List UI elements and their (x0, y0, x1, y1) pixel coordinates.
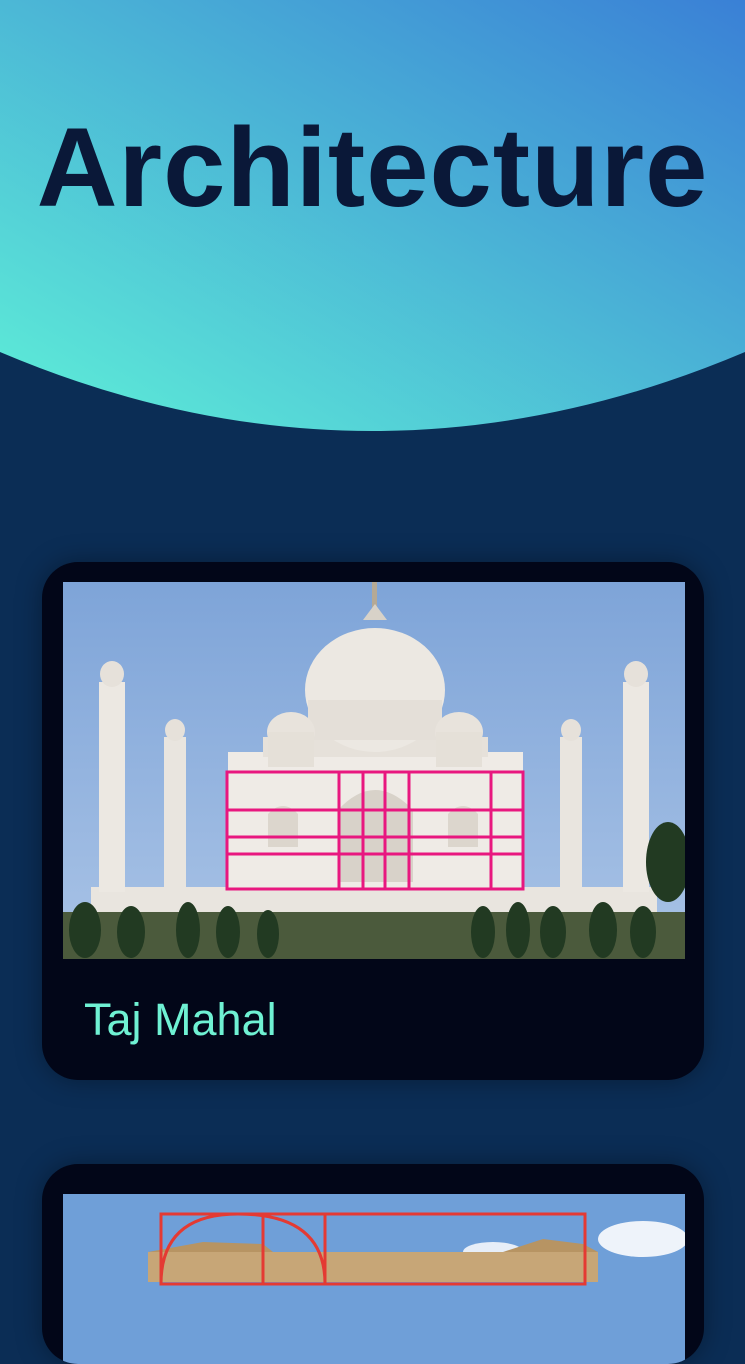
header-banner: Architecture (0, 0, 745, 440)
architecture-card-taj-mahal[interactable]: Taj Mahal (42, 562, 704, 1080)
page-title: Architecture (36, 105, 709, 230)
parthenon-image (63, 1194, 685, 1364)
architecture-card-parthenon[interactable] (42, 1164, 704, 1364)
taj-mahal-image (63, 582, 685, 959)
card-title: Taj Mahal (84, 994, 277, 1045)
